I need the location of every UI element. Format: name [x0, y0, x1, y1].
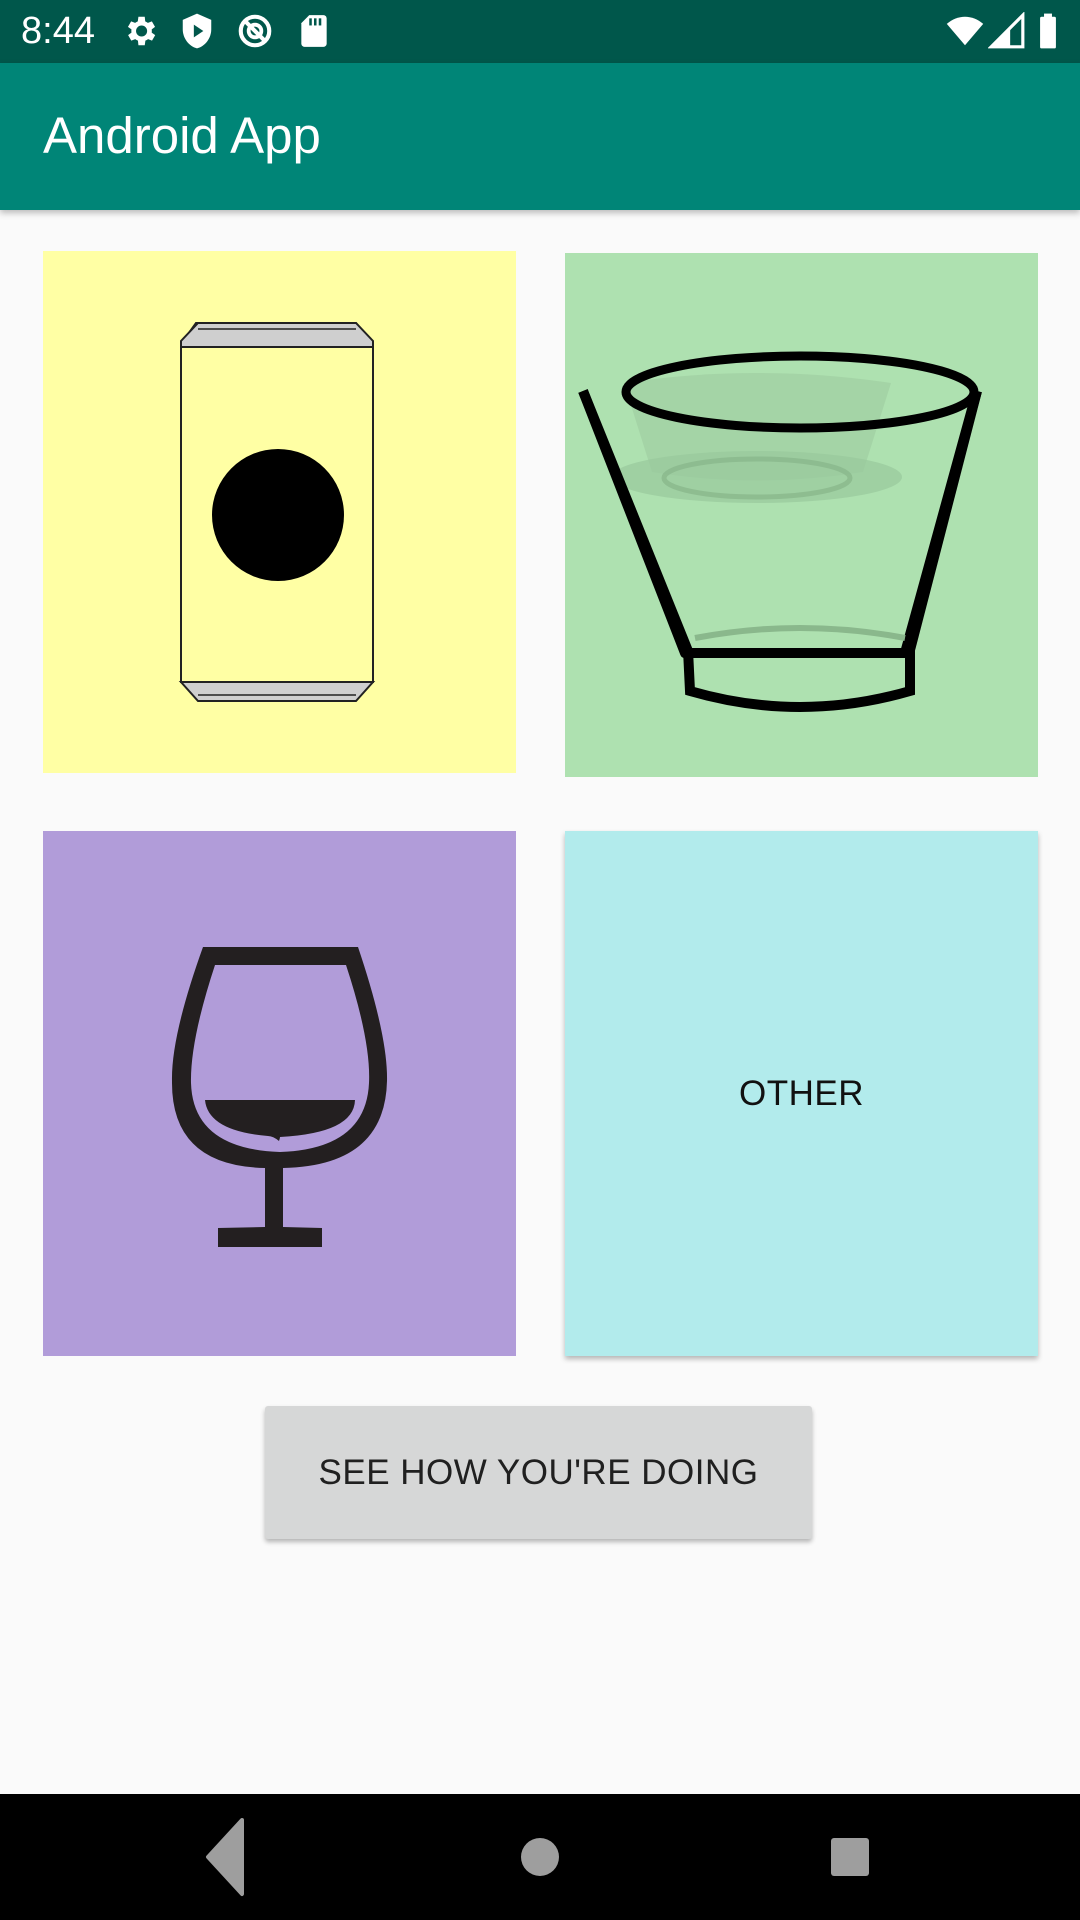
sd-card-icon: [301, 15, 327, 47]
water-glass-option[interactable]: [565, 253, 1038, 777]
recents-icon[interactable]: [780, 1794, 920, 1920]
wine-glass-icon: [171, 947, 388, 1247]
settings-icon: [127, 16, 156, 46]
cell-signal-icon: [988, 12, 1025, 49]
see-progress-button[interactable]: SEE HOW YOU'RE DOING: [265, 1406, 812, 1539]
status-bar: 8:44: [0, 0, 1080, 63]
wine-glass-option[interactable]: [43, 831, 516, 1356]
wifi-icon: [946, 16, 984, 46]
other-option-label: OTHER: [739, 1073, 864, 1113]
play-protect-icon: [182, 13, 212, 49]
water-glass-icon: [578, 351, 982, 712]
no-drm-icon: [238, 14, 272, 48]
status-time: 8:44: [21, 10, 95, 52]
navigation-bar: [0, 1794, 1080, 1920]
back-icon[interactable]: [156, 1794, 296, 1920]
beer-can-icon: [178, 322, 376, 702]
other-option-button[interactable]: OTHER: [565, 831, 1038, 1356]
home-icon[interactable]: [470, 1794, 610, 1920]
beer-can-option[interactable]: [43, 251, 516, 773]
app-title: Android App: [43, 107, 321, 164]
app-bar: Android App: [0, 63, 1080, 210]
battery-icon: [1040, 13, 1056, 49]
